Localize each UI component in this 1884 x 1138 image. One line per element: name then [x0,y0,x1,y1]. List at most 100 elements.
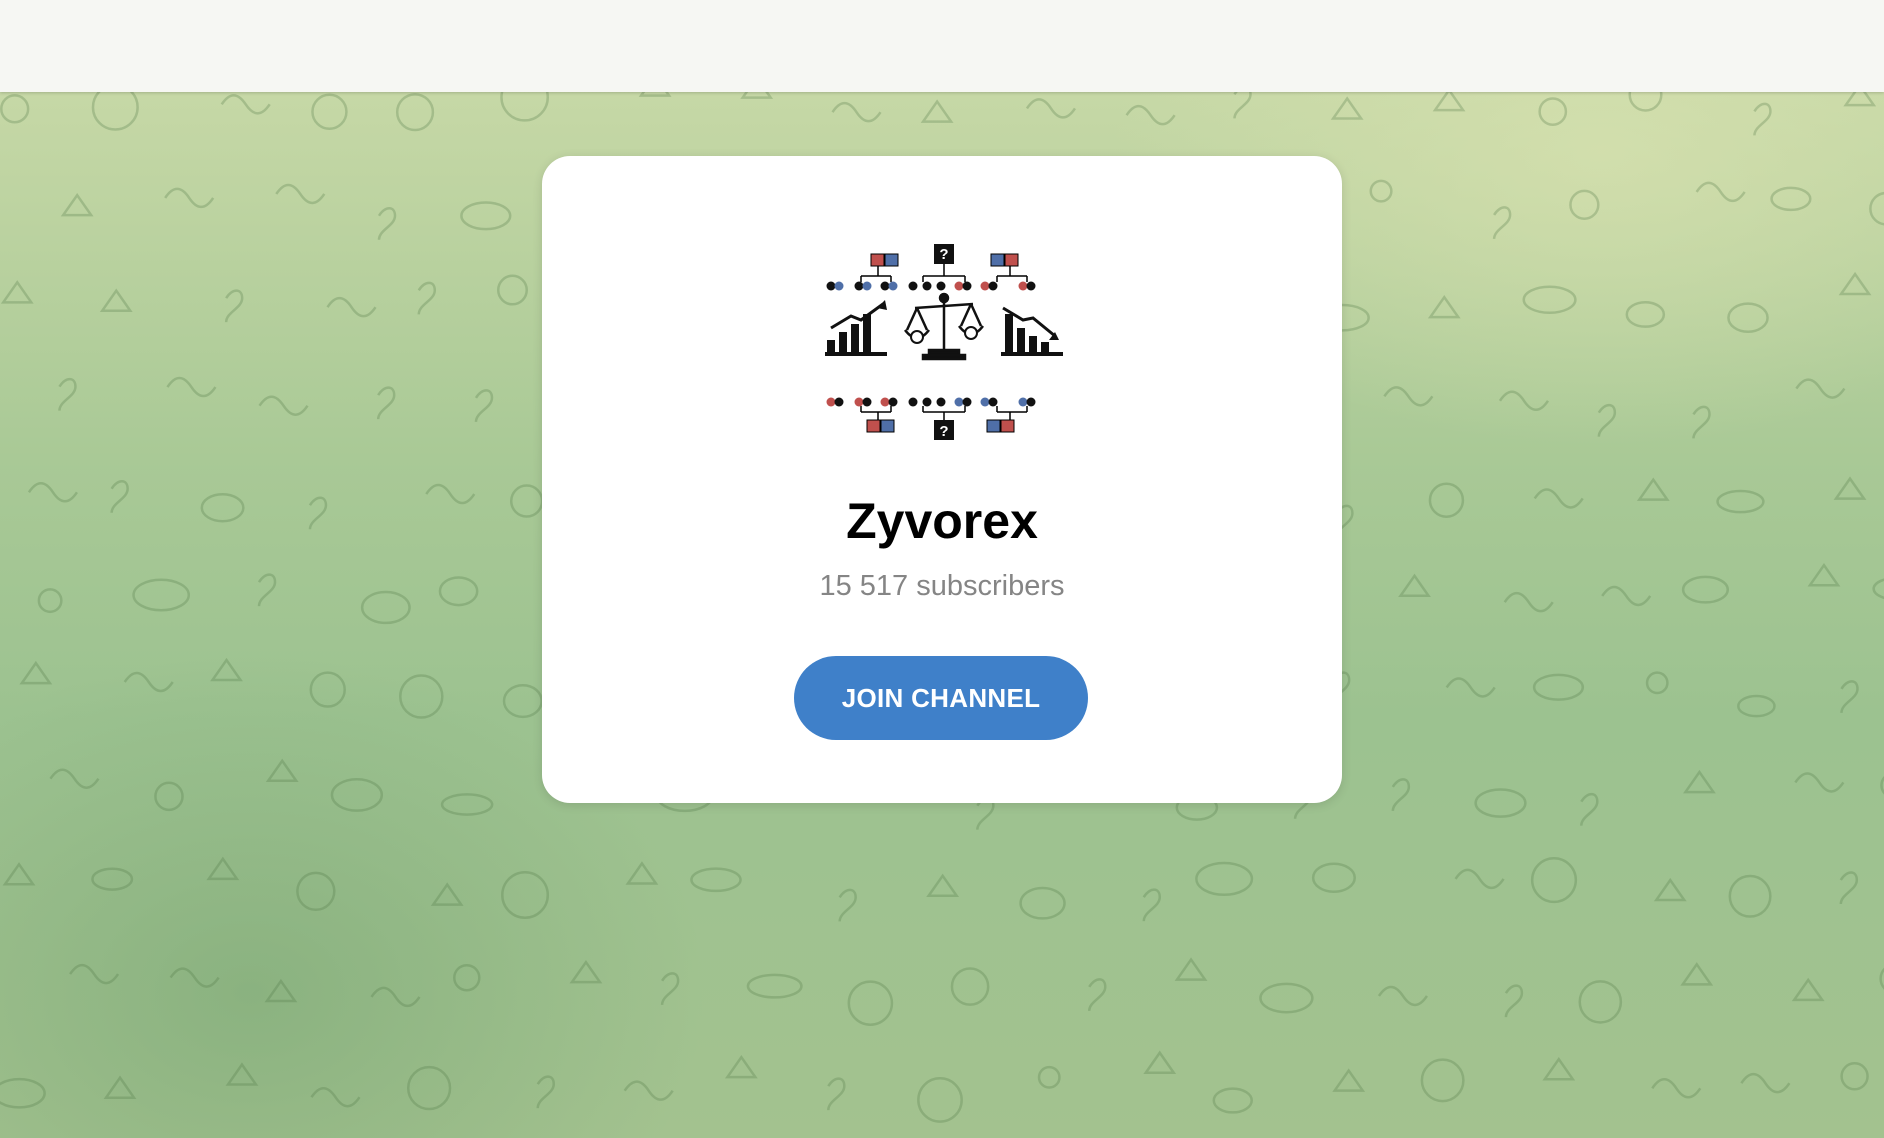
join-channel-button[interactable]: JOIN CHANNEL [794,656,1088,740]
doodle-shape [132,578,191,612]
doodle-shape [1580,792,1599,826]
logo-node-dot [980,397,990,407]
doodle-shape [660,972,680,1006]
doodle-shape [224,289,244,323]
logo-node-dot [854,397,864,407]
logo-node-dot [826,281,836,291]
doodle-shape [210,657,243,682]
doodle-shape [1019,886,1066,920]
logo-node-dot [854,281,864,291]
doodle-shape [724,1054,758,1079]
logo-node-dot [862,397,872,407]
doodle-shape [1398,573,1431,598]
doodle-shape [1533,488,1584,509]
channel-logo: ? ? [825,244,1063,440]
doodle-shape [0,1077,46,1109]
bottom-network-icon [860,406,1028,420]
doodle-shape [99,288,133,312]
doodle-shape [1383,386,1434,407]
logo-node-dot [862,281,872,291]
doodle-shape [1025,98,1077,119]
channel-card: ? ? Zyvorex 15 517 subscribers JOIN CHAN… [542,156,1342,803]
logo-node-dot [1018,281,1028,291]
doodle-shape [536,1075,555,1109]
doodle-shape [406,1065,452,1111]
logo-node-dot [954,281,964,291]
logo-node-dot [1026,281,1036,291]
doodle-shape [27,482,78,503]
doodle-shape [37,588,63,614]
top-network-icon [860,264,1028,282]
doodle-shape [638,92,672,97]
doodle-shape [1498,390,1550,411]
doodle-shape [296,871,336,912]
doodle-shape [500,92,550,122]
doodle-shape [1728,874,1772,918]
doodle-shape [360,590,411,625]
doodle-shape [1636,477,1670,501]
doodle-shape [1445,677,1496,698]
chart-up-icon [825,300,887,356]
doodle-shape [1840,1062,1869,1091]
logo-node-dot [962,281,972,291]
doodle-shape [1532,673,1585,701]
logo-node-dot [936,397,946,407]
doodle-shape [206,856,240,881]
doodle-shape [60,192,94,217]
doodle-shape [1838,271,1872,296]
doodle-shape [950,967,990,1006]
doodle-shape [920,99,954,123]
logo-node-dot [922,397,932,407]
logo-node-dot [936,281,946,291]
doodle-shape [123,671,174,693]
subscriber-count: 15 517 subscribers [819,570,1065,602]
doodle-shape [623,1080,674,1101]
doodle-shape [1753,102,1772,136]
logo-node-dot [908,397,918,407]
doodle-shape [1428,482,1465,518]
logo-node-dot [922,281,932,291]
doodle-shape [501,870,550,919]
logo-node-dot [1018,397,1028,407]
doodle-shape [1143,1050,1177,1074]
logo-node-dot [880,281,890,291]
doodle-shape [1869,191,1884,226]
doodle-shape [91,867,134,891]
logo-node-dot [880,397,890,407]
doodle-shape [926,873,960,897]
doodle-shape [1125,104,1176,126]
doodle-shape [460,201,512,231]
logo-node-dot [954,397,964,407]
doodle-shape [265,758,299,783]
doodle-shape [1474,788,1527,818]
doodle-shape [1727,302,1769,334]
doodle-shape [1142,888,1162,922]
doodle-shape [310,1086,361,1108]
doodle-shape [474,389,494,423]
doodle-shape [91,92,139,131]
doodle-shape [1695,181,1746,203]
doodle-shape [166,376,217,398]
doodle-shape [1680,962,1714,986]
logo-node-dot [988,281,998,291]
doodle-shape [1651,1078,1702,1099]
doodle-shape [1692,405,1711,439]
doodle-shape [1454,868,1505,890]
doodle-shape [377,207,397,240]
doodle-shape [169,967,220,988]
doodle-shape [1432,92,1466,112]
logo-node-dot [834,281,844,291]
doodle-shape [1569,189,1600,220]
doodle-shape [220,94,271,115]
doodle-shape [1311,862,1356,893]
doodle-shape [1794,772,1845,793]
doodle-shape [1542,1057,1576,1081]
doodle-shape [1770,186,1812,212]
doodle-shape [257,573,277,607]
doodle-shape [917,1077,963,1123]
doodle-shape [225,1062,259,1086]
doodle-shape [1037,1065,1061,1089]
doodle-shape [154,781,184,812]
doodle-shape [1332,1068,1366,1092]
doodle-shape [1530,856,1578,904]
